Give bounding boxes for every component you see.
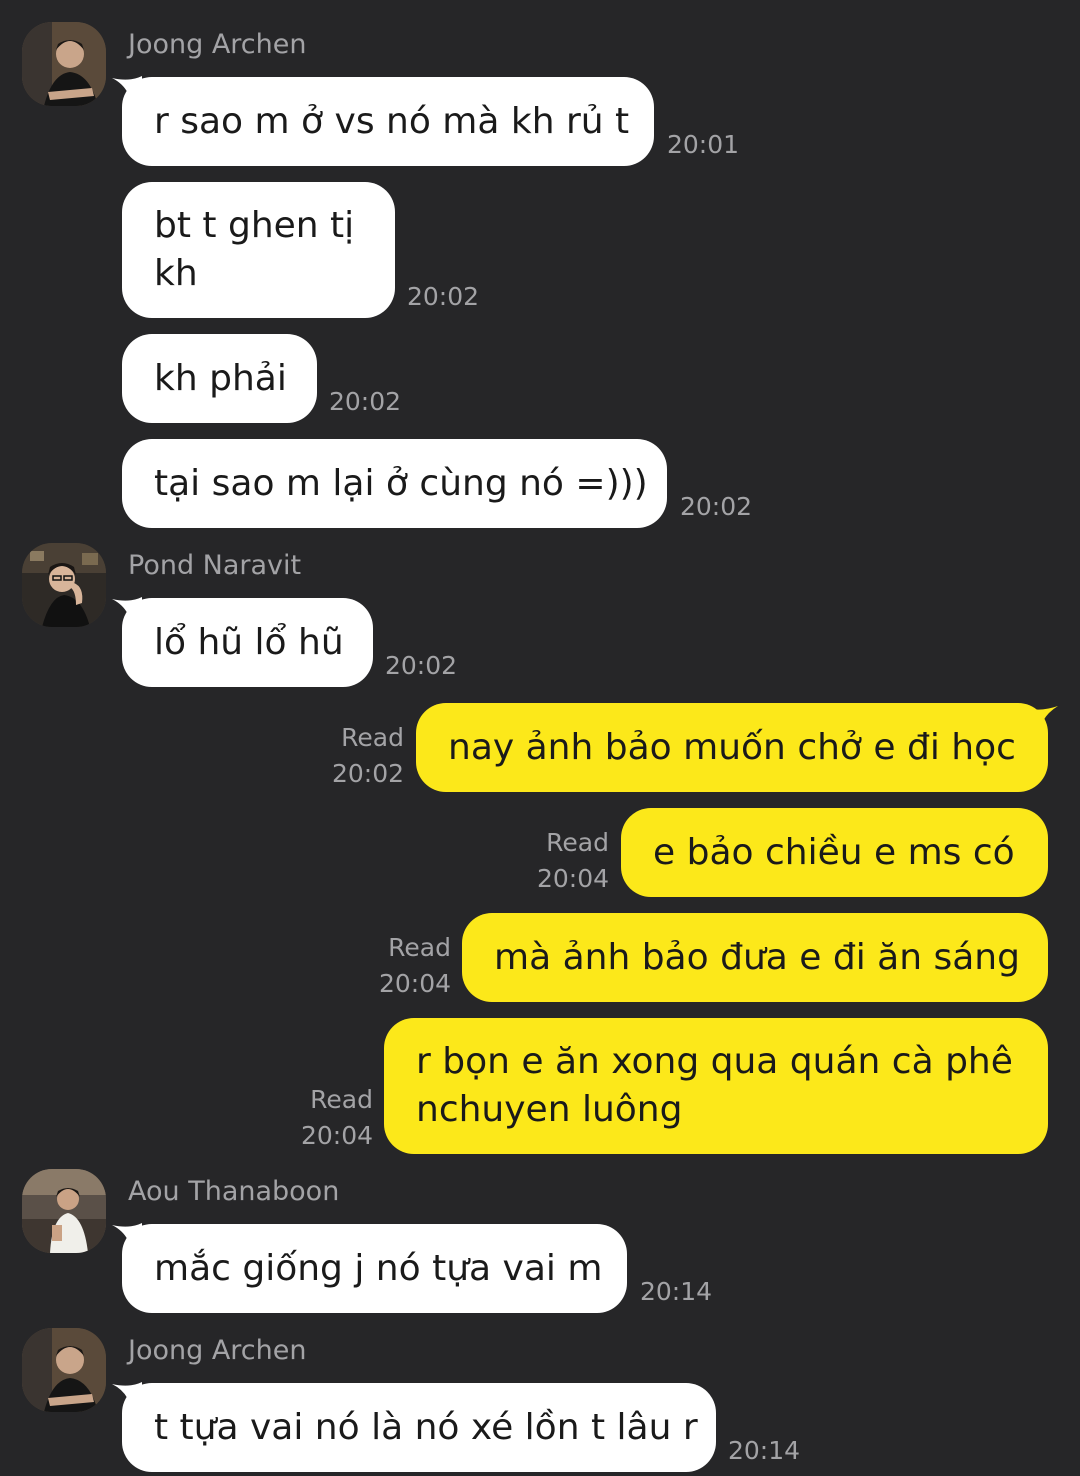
message-text: mà ảnh bảo đưa e đi ăn sáng (494, 936, 1020, 978)
sender-name: Aou Thanaboon (128, 1176, 340, 1207)
message-bubble-own[interactable]: mà ảnh bảo đưa e đi ăn sáng (462, 913, 1048, 1002)
sender-name: Joong Archen (128, 29, 307, 60)
bubble-tail (1028, 706, 1058, 742)
message-bubble[interactable]: mắc giống j nó tựa vai m (122, 1224, 627, 1313)
read-status: Read (388, 933, 451, 962)
sender-name: Pond Naravit (128, 550, 302, 581)
read-status: Read (310, 1085, 373, 1114)
read-receipt: Read 20:02 (332, 720, 404, 792)
message-text-line: nchuyen luông (416, 1089, 683, 1130)
message-time: 20:14 (728, 1436, 801, 1465)
avatar-aou-thanaboon[interactable] (22, 1169, 106, 1253)
read-status: Read (341, 723, 404, 752)
message-text: e bảo chiều e ms có (653, 831, 1015, 873)
message-bubble-own[interactable]: e bảo chiều e ms có (621, 808, 1048, 897)
message-time: 20:04 (378, 969, 451, 998)
message-text: mắc giống j nó tựa vai m (154, 1247, 603, 1289)
message-time: 20:02 (329, 387, 402, 416)
sender-name: Joong Archen (128, 1335, 307, 1366)
message-time: 20:14 (640, 1277, 713, 1306)
read-receipt: Read 20:04 (379, 930, 451, 1002)
message-text-line: bt t ghen tị (154, 205, 355, 246)
message-text: tại sao m lại ở cùng nó =))) (154, 462, 648, 504)
message-time: 20:04 (536, 864, 609, 893)
message-bubble[interactable]: r sao m ở vs nó mà kh rủ t (122, 77, 654, 166)
message-time: 20:01 (667, 130, 740, 159)
message-text: kh phải (154, 357, 287, 399)
message-time: 20:02 (331, 759, 404, 788)
message-bubble[interactable]: lổ hũ lổ hũ (122, 598, 373, 687)
message-bubble[interactable]: kh phải (122, 334, 317, 423)
message-text: lổ hũ lổ hũ (154, 621, 344, 663)
chat-screen: Joong Archen r sao m ở vs nó mà kh rủ t … (0, 0, 1080, 1476)
read-receipt: Read 20:04 (301, 1082, 373, 1154)
message-text-line: r bọn e ăn xong qua quán cà phê (416, 1041, 1013, 1082)
message-time: 20:02 (407, 282, 480, 311)
message-bubble[interactable]: tại sao m lại ở cùng nó =))) (122, 439, 667, 528)
message-bubble-own[interactable]: r bọn e ăn xong qua quán cà phê nchuyen … (384, 1018, 1048, 1154)
message-text: r sao m ở vs nó mà kh rủ t (154, 100, 630, 142)
avatar-joong-archen[interactable] (22, 1328, 106, 1412)
avatar-joong-archen[interactable] (22, 22, 106, 106)
message-time: 20:02 (680, 492, 753, 521)
message-text: nay ảnh bảo muốn chở e đi học (448, 726, 1016, 768)
message-time: 20:04 (300, 1121, 373, 1150)
avatar-pond-naravit[interactable] (22, 543, 106, 627)
read-status: Read (546, 828, 609, 857)
read-receipt: Read 20:04 (537, 825, 609, 897)
message-bubble[interactable]: bt t ghen tị kh (122, 182, 395, 318)
message-bubble-own[interactable]: nay ảnh bảo muốn chở e đi học (416, 703, 1048, 792)
message-text: t tựa vai nó là nó xé lồn t lâu r (154, 1406, 698, 1448)
message-bubble[interactable]: t tựa vai nó là nó xé lồn t lâu r (122, 1383, 716, 1472)
message-time: 20:02 (385, 651, 458, 680)
message-text-line: kh (154, 253, 198, 294)
